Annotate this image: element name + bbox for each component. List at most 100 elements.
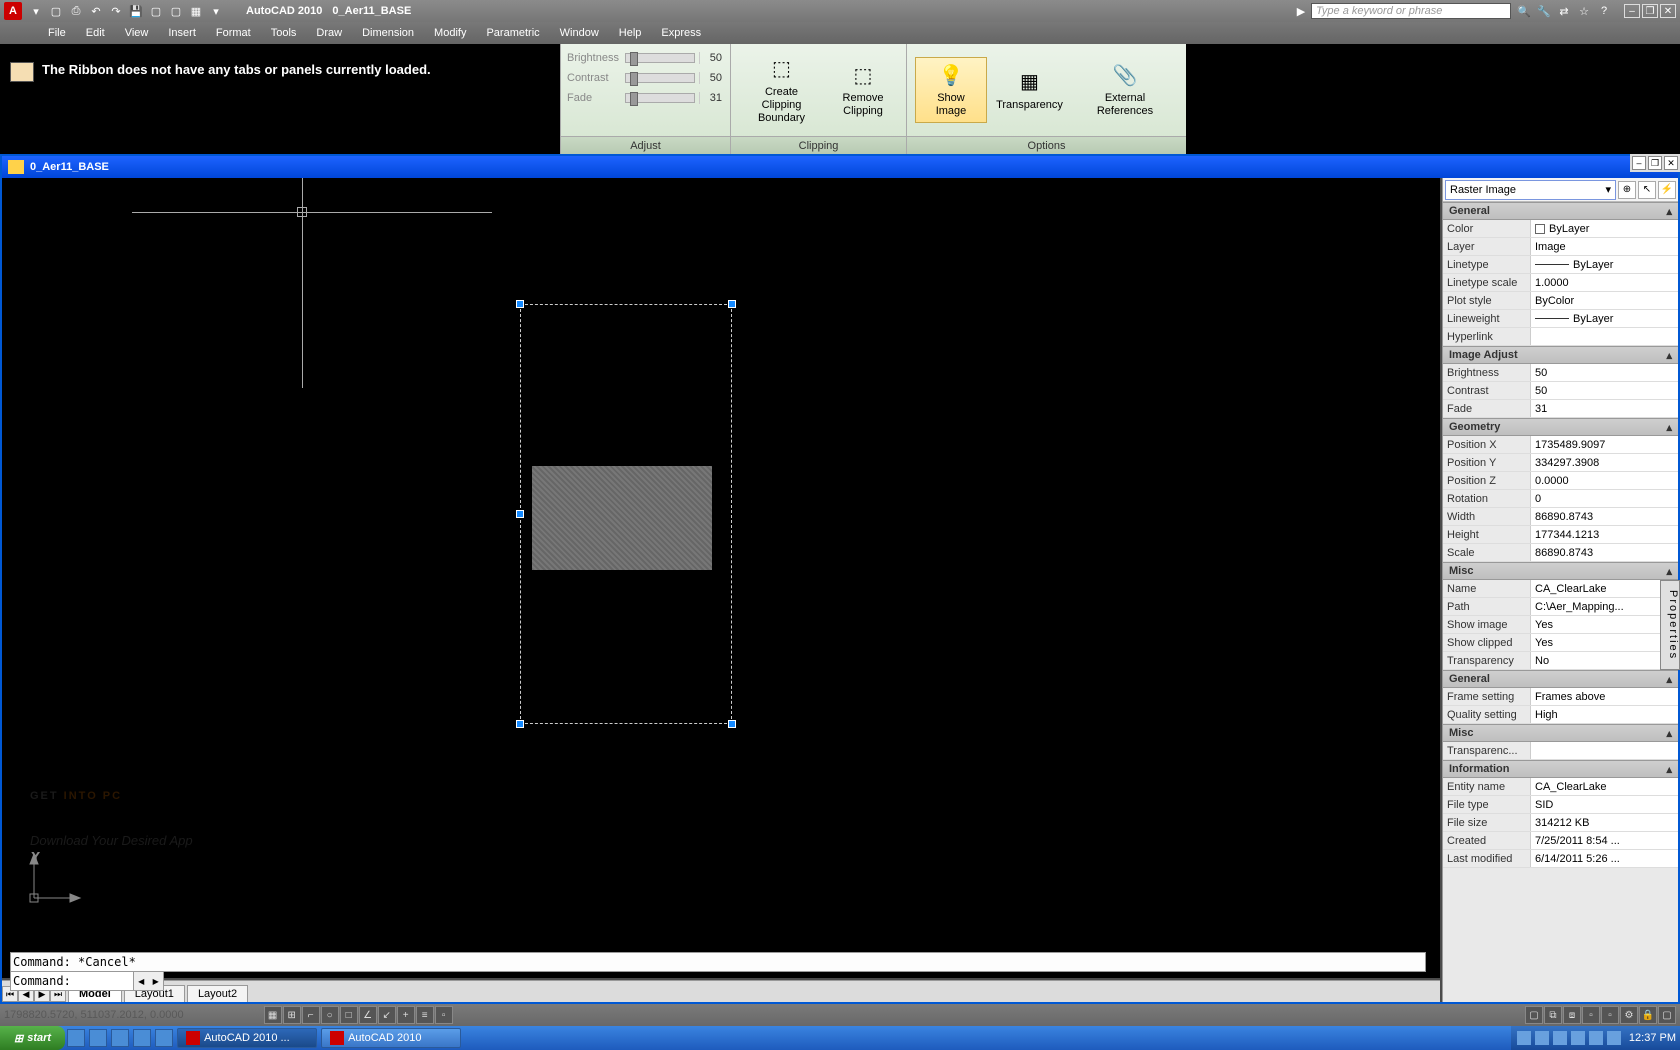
- search-input[interactable]: Type a keyword or phrase: [1311, 3, 1511, 19]
- restore-button[interactable]: ❐: [1642, 4, 1658, 18]
- property-row[interactable]: Entity nameCA_ClearLake: [1443, 778, 1678, 796]
- property-row[interactable]: NameCA_ClearLake: [1443, 580, 1678, 598]
- property-value[interactable]: 86890.8743: [1531, 544, 1678, 561]
- property-value[interactable]: Yes: [1531, 616, 1678, 633]
- menu-format[interactable]: Format: [206, 24, 261, 42]
- qat-icon[interactable]: ▢: [167, 2, 185, 20]
- property-value[interactable]: 31: [1531, 400, 1678, 417]
- property-row[interactable]: Quality settingHigh: [1443, 706, 1678, 724]
- remove-clipping-button[interactable]: ⬚Remove Clipping: [828, 57, 898, 123]
- otrack-toggle[interactable]: ∠: [359, 1006, 377, 1024]
- tray-icon[interactable]: [1517, 1031, 1531, 1045]
- search-play-icon[interactable]: ▶: [1292, 2, 1310, 20]
- property-row[interactable]: Position X1735489.9097: [1443, 436, 1678, 454]
- property-value[interactable]: 1.0000: [1531, 274, 1678, 291]
- property-row[interactable]: Show imageYes: [1443, 616, 1678, 634]
- annotation-visibility[interactable]: ▫: [1601, 1006, 1619, 1024]
- lwt-toggle[interactable]: ≡: [416, 1006, 434, 1024]
- menu-parametric[interactable]: Parametric: [476, 24, 549, 42]
- property-row[interactable]: Hyperlink: [1443, 328, 1678, 346]
- key-icon[interactable]: 🔧: [1535, 2, 1553, 20]
- show-image-button[interactable]: 💡Show Image: [915, 57, 987, 123]
- osnap-toggle[interactable]: □: [340, 1006, 358, 1024]
- quicklaunch-icon[interactable]: [155, 1029, 173, 1047]
- qat-open-icon[interactable]: ⎙: [67, 2, 85, 20]
- quick-select-button[interactable]: ⚡: [1658, 181, 1676, 199]
- taskbar-item-autocad[interactable]: AutoCAD 2010 ...: [177, 1028, 317, 1048]
- property-row[interactable]: PathC:\Aer_Mapping...: [1443, 598, 1678, 616]
- property-value[interactable]: SID: [1531, 796, 1678, 813]
- tray-icon[interactable]: [1535, 1031, 1549, 1045]
- property-value[interactable]: CA_ClearLake: [1531, 778, 1678, 795]
- menu-modify[interactable]: Modify: [424, 24, 476, 42]
- dyn-toggle[interactable]: +: [397, 1006, 415, 1024]
- quicklaunch-icon[interactable]: [111, 1029, 129, 1047]
- create-clipping-boundary-button[interactable]: ⬚Create Clipping Boundary: [739, 51, 824, 130]
- quicklaunch-icon[interactable]: [133, 1029, 151, 1047]
- qat-save-icon[interactable]: ↶: [87, 2, 105, 20]
- property-row[interactable]: LinetypeByLayer: [1443, 256, 1678, 274]
- minimize-button[interactable]: –: [1624, 4, 1640, 18]
- property-value[interactable]: ByLayer: [1531, 310, 1678, 327]
- property-row[interactable]: Contrast50: [1443, 382, 1678, 400]
- property-row[interactable]: Transparenc...: [1443, 742, 1678, 760]
- command-input[interactable]: Command:: [10, 972, 134, 991]
- ducs-toggle[interactable]: ↙: [378, 1006, 396, 1024]
- menu-express[interactable]: Express: [651, 24, 711, 42]
- menu-tools[interactable]: Tools: [261, 24, 307, 42]
- qat-new-icon[interactable]: ▢: [47, 2, 65, 20]
- property-value[interactable]: 7/25/2011 8:54 ...: [1531, 832, 1678, 849]
- property-group-header[interactable]: Image Adjust▴: [1443, 346, 1678, 364]
- start-button[interactable]: ⊞start: [0, 1026, 65, 1050]
- tray-icon[interactable]: [1571, 1031, 1585, 1045]
- qat-icon[interactable]: ▢: [147, 2, 165, 20]
- brightness-slider[interactable]: [625, 53, 695, 63]
- property-row[interactable]: Linetype scale1.0000: [1443, 274, 1678, 292]
- cmd-scroll-right[interactable]: ▶: [149, 972, 164, 990]
- property-row[interactable]: Position Z0.0000: [1443, 472, 1678, 490]
- tray-icon[interactable]: [1607, 1031, 1621, 1045]
- annotation-scale[interactable]: ▫: [1582, 1006, 1600, 1024]
- property-value[interactable]: [1531, 742, 1678, 759]
- tray-icon[interactable]: [1589, 1031, 1603, 1045]
- property-value[interactable]: 6/14/2011 5:26 ...: [1531, 850, 1678, 867]
- property-group-header[interactable]: General▴: [1443, 670, 1678, 688]
- doc-minimize-button[interactable]: –: [1632, 156, 1646, 170]
- menu-draw[interactable]: Draw: [306, 24, 352, 42]
- fade-slider[interactable]: [625, 93, 695, 103]
- property-row[interactable]: File typeSID: [1443, 796, 1678, 814]
- app-icon[interactable]: A: [4, 2, 22, 20]
- properties-list[interactable]: General▴ColorByLayerLayerImageLinetypeBy…: [1443, 202, 1678, 1002]
- property-value[interactable]: High: [1531, 706, 1678, 723]
- cmd-scroll-left[interactable]: ◀: [134, 972, 149, 990]
- property-value[interactable]: 50: [1531, 364, 1678, 381]
- external-references-button[interactable]: 📎External References: [1072, 57, 1178, 123]
- menu-help[interactable]: Help: [609, 24, 652, 42]
- toggle-pickadd-button[interactable]: ⊕: [1618, 181, 1636, 199]
- qat-print-icon[interactable]: 💾: [127, 2, 145, 20]
- property-value[interactable]: No: [1531, 652, 1678, 669]
- menu-window[interactable]: Window: [550, 24, 609, 42]
- clean-screen[interactable]: ▢: [1658, 1006, 1676, 1024]
- raster-image[interactable]: [532, 466, 712, 570]
- exchange-icon[interactable]: ⇄: [1555, 2, 1573, 20]
- property-value[interactable]: 0.0000: [1531, 472, 1678, 489]
- property-group-header[interactable]: Information▴: [1443, 760, 1678, 778]
- property-row[interactable]: Last modified6/14/2011 5:26 ...: [1443, 850, 1678, 868]
- qat-icon[interactable]: ▦: [187, 2, 205, 20]
- property-value[interactable]: 86890.8743: [1531, 508, 1678, 525]
- close-button[interactable]: ✕: [1660, 4, 1676, 18]
- grip-tr[interactable]: [728, 300, 736, 308]
- property-value[interactable]: [1531, 328, 1678, 345]
- drawing-titlebar[interactable]: 0_Aer11_BASE: [2, 156, 1678, 178]
- model-toggle[interactable]: ▢: [1525, 1006, 1543, 1024]
- menu-edit[interactable]: Edit: [76, 24, 115, 42]
- star-icon[interactable]: ☆: [1575, 2, 1593, 20]
- quickview-layouts[interactable]: ⧉: [1544, 1006, 1562, 1024]
- canvas[interactable]: GET INTO PC Download Your Desired App Y: [2, 178, 1440, 978]
- property-value[interactable]: Yes: [1531, 634, 1678, 651]
- toolbar-lock[interactable]: 🔒: [1639, 1006, 1657, 1024]
- snap-toggle[interactable]: ▦: [264, 1006, 282, 1024]
- grid-toggle[interactable]: ⊞: [283, 1006, 301, 1024]
- select-objects-button[interactable]: ↖: [1638, 181, 1656, 199]
